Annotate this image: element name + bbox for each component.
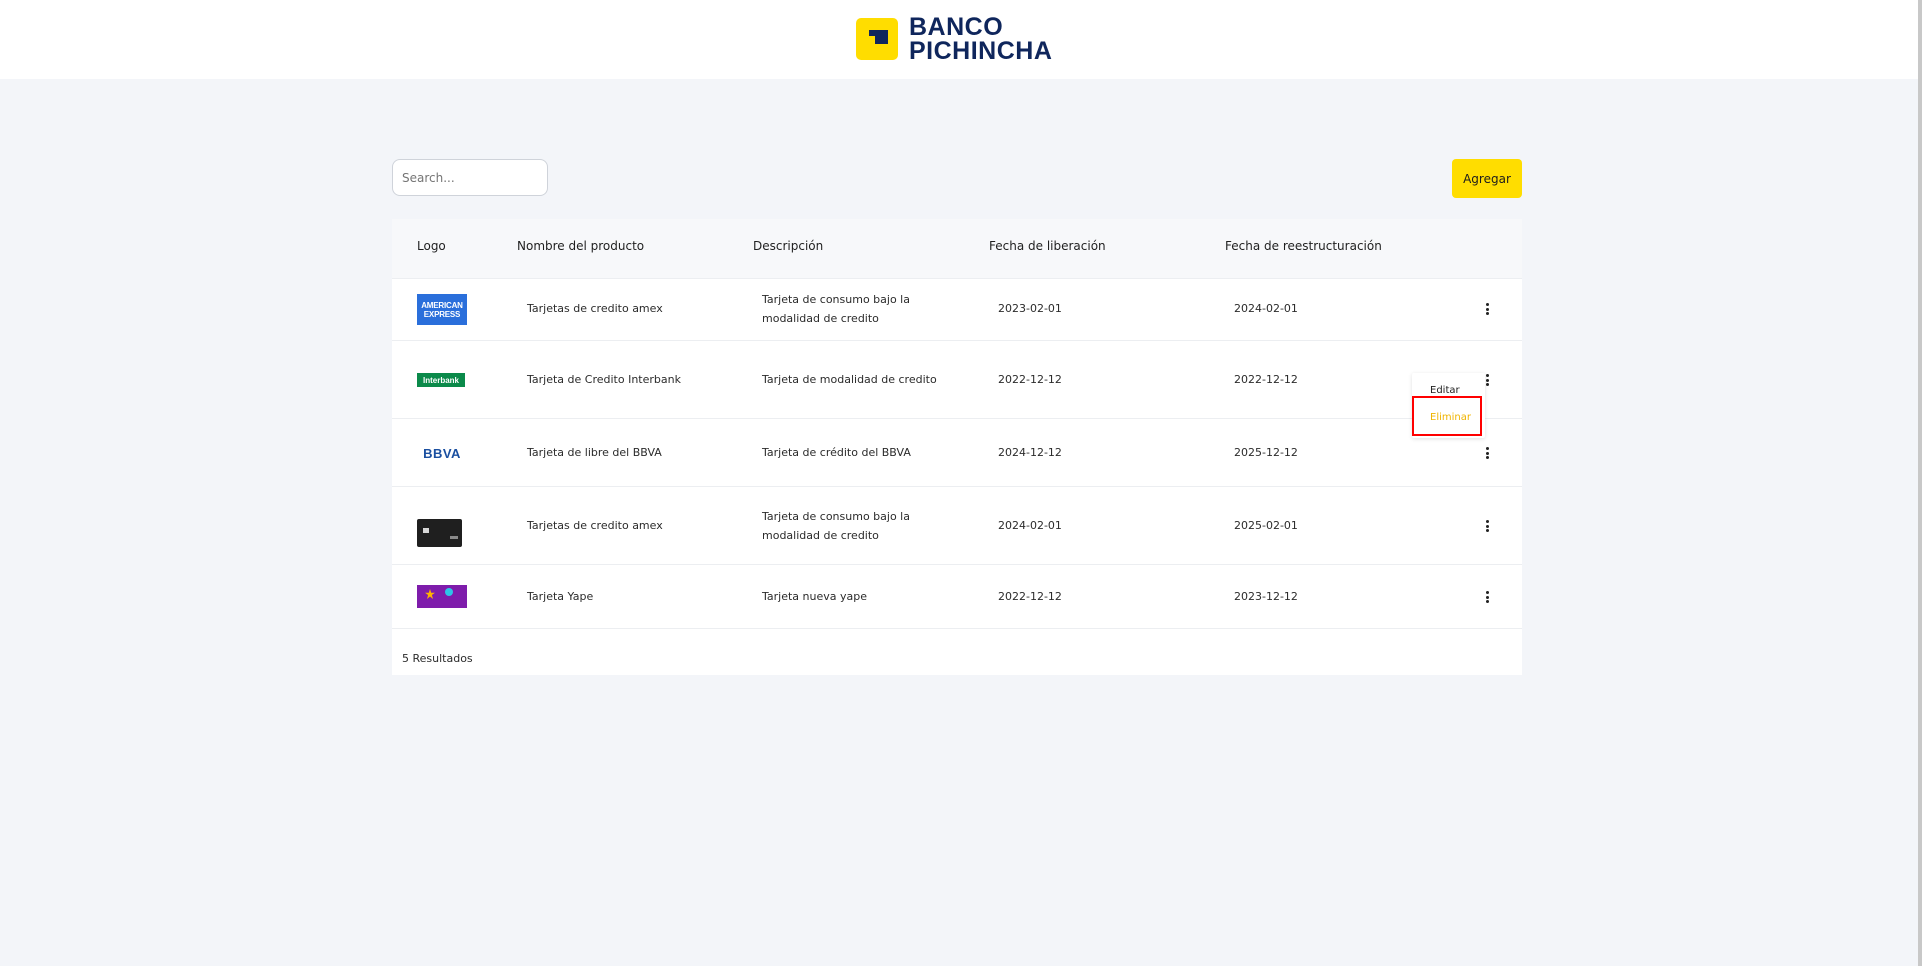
column-header-logo: Logo <box>417 239 446 253</box>
logo-text: BBVA <box>423 445 461 461</box>
logo-text: AMERICAN <box>421 300 463 310</box>
table-header: Logo Nombre del producto Descripción Fec… <box>392 219 1522 279</box>
product-description: Tarjeta de consumo bajo la modalidad de … <box>762 510 910 542</box>
logo-text: Interbank <box>422 375 459 385</box>
logo-text: EXPRESS <box>423 309 461 319</box>
restructure-date: 2024-02-01 <box>1234 302 1298 315</box>
release-date: 2024-12-12 <box>998 446 1062 459</box>
column-header-description: Descripción <box>753 239 824 253</box>
restructure-date: 2023-12-12 <box>1234 590 1298 603</box>
top-header: BANCO PICHINCHA <box>0 0 1918 79</box>
product-description: Tarjeta de consumo bajo la modalidad de … <box>762 293 910 325</box>
page-scrollbar[interactable] <box>1918 0 1922 966</box>
table-row: Tarjetas de credito amex Tarjeta de cons… <box>392 487 1522 565</box>
banco-pichincha-logo: BANCO PICHINCHA <box>856 13 1053 65</box>
release-date: 2023-02-01 <box>998 302 1062 315</box>
add-button[interactable]: Agregar <box>1452 159 1522 198</box>
more-options-icon[interactable] <box>1482 446 1492 462</box>
american-express-logo: AMERICAN EXPRESS <box>417 294 467 325</box>
edit-menu-item[interactable]: Editar <box>1430 385 1460 396</box>
release-date: 2024-02-01 <box>998 519 1062 532</box>
table-row: AMERICAN EXPRESS Tarjetas de credito ame… <box>392 279 1522 341</box>
column-header-name: Nombre del producto <box>517 239 645 253</box>
yape-logo <box>417 585 467 608</box>
product-name: Tarjetas de credito amex <box>527 519 663 532</box>
interbank-logo: Interbank <box>417 373 465 387</box>
product-name: Tarjeta de Credito Interbank <box>527 373 681 386</box>
brand-name-line1: BANCO <box>909 13 1004 41</box>
highlight-box <box>1412 396 1482 436</box>
results-count: 5 Resultados <box>402 652 473 665</box>
product-description: Tarjeta de modalidad de credito <box>762 373 937 386</box>
product-description: Tarjeta de crédito del BBVA <box>762 446 911 459</box>
table-row: BBVA Tarjeta de libre del BBVA Tarjeta d… <box>392 419 1522 487</box>
star-icon <box>425 589 435 599</box>
brand-name-line2: PICHINCHA <box>909 37 1053 65</box>
more-options-icon[interactable] <box>1482 590 1492 606</box>
product-name: Tarjeta de libre del BBVA <box>527 446 662 459</box>
more-options-icon[interactable] <box>1482 302 1492 318</box>
restructure-date: 2022-12-12 <box>1234 373 1298 386</box>
more-options-icon[interactable] <box>1482 519 1492 535</box>
release-date: 2022-12-12 <box>998 590 1062 603</box>
table-row: Tarjeta Yape Tarjeta nueva yape 2022-12-… <box>392 565 1522 629</box>
products-table: Logo Nombre del producto Descripción Fec… <box>392 219 1522 675</box>
release-date: 2022-12-12 <box>998 373 1062 386</box>
brand-mark-icon <box>856 18 898 60</box>
column-header-restructure-date: Fecha de reestructuración <box>1225 239 1382 253</box>
product-name: Tarjetas de credito amex <box>527 302 663 315</box>
table-row: Interbank Tarjeta de Credito Interbank T… <box>392 341 1522 419</box>
card-chip-icon <box>423 528 429 533</box>
restructure-date: 2025-12-12 <box>1234 446 1298 459</box>
search-input[interactable] <box>392 159 548 196</box>
product-description: Tarjeta nueva yape <box>762 590 867 603</box>
restructure-date: 2025-02-01 <box>1234 519 1298 532</box>
product-name: Tarjeta Yape <box>527 590 594 603</box>
bbva-logo: BBVA <box>417 445 467 461</box>
column-header-release-date: Fecha de liberación <box>989 239 1106 253</box>
black-card-logo <box>417 519 462 547</box>
